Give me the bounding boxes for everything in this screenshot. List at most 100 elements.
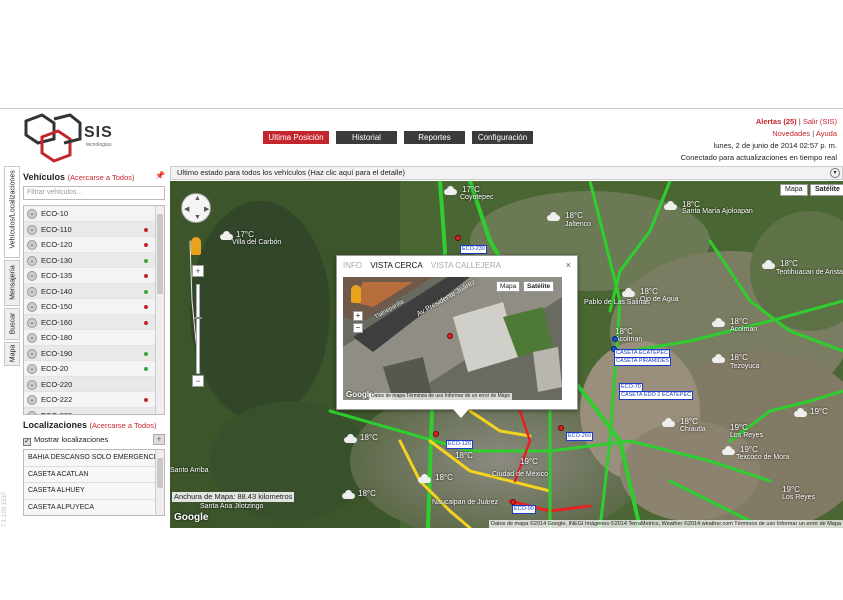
vehicle-row[interactable]: ⌄ ECO-160 — [24, 314, 164, 330]
cloud-icon — [710, 354, 726, 363]
place-label: Naucalpan de Juárez — [432, 499, 499, 506]
show-locations-checkbox[interactable]: ✓ Mostrar localizaciones — [23, 435, 108, 446]
nav-historial[interactable]: Historial — [336, 131, 397, 144]
tab-vista-callejera[interactable]: VISTA CALLEJERA — [431, 261, 501, 270]
nav-configuracion[interactable]: Configuración — [472, 131, 533, 144]
tab-mapa[interactable]: Mapa — [4, 342, 20, 366]
zoom-slider-handle[interactable] — [194, 317, 202, 319]
vehicle-status-dot — [144, 274, 148, 278]
expand-chevron-icon[interactable]: ⌄ — [27, 286, 37, 297]
expand-chevron-icon[interactable]: ⌄ — [27, 302, 37, 312]
news-link[interactable]: Novedades — [772, 129, 810, 138]
street-view-pegman-icon[interactable] — [351, 285, 361, 303]
vehicle-marker[interactable] — [433, 431, 439, 437]
zoom-out-button[interactable]: − — [192, 375, 204, 387]
vehicle-label[interactable]: ECO-260 — [566, 432, 593, 441]
vehicle-row[interactable]: ⌄ ECO-222 — [24, 392, 164, 408]
expand-chevron-icon[interactable]: ⌄ — [27, 317, 37, 328]
location-row[interactable]: CASETA ALPUYECA — [24, 499, 164, 515]
temp-label: 18°C — [360, 433, 378, 442]
location-list-scrollbar[interactable] — [155, 450, 164, 515]
expand-chevron-icon[interactable]: ⌄ — [27, 348, 37, 359]
vehicle-row[interactable]: ⌄ ECO-180 — [24, 330, 164, 346]
vehicle-row[interactable]: ⌄ ECO-20 — [24, 361, 164, 377]
collapse-icon[interactable]: ▾ — [830, 168, 840, 178]
expand-chevron-icon[interactable]: ⌄ — [27, 224, 37, 235]
vehicle-list-scrollbar[interactable] — [155, 206, 164, 414]
expand-chevron-icon[interactable]: ⌄ — [27, 255, 37, 266]
vehicle-row[interactable]: ⌄ ECO-10 — [24, 206, 164, 222]
vehicle-row[interactable]: ⌄ ECO-190 — [24, 345, 164, 361]
temp-label: 18°C — [615, 327, 633, 336]
vehicle-row[interactable]: ⌄ ECO-220 — [24, 376, 164, 392]
location-label[interactable]: CASETA PIRAMIDES — [614, 357, 672, 366]
vehicle-row[interactable]: ⌄ ECO-150 — [24, 299, 164, 315]
expand-chevron-icon[interactable]: ⌄ — [27, 333, 37, 343]
map-attribution[interactable]: Datos de mapa ©2014 Google, INEGI Imágen… — [489, 520, 843, 528]
inner-map-type-map-button[interactable]: Mapa — [496, 281, 521, 292]
expand-chevron-icon[interactable]: ⌄ — [27, 209, 37, 219]
close-view-map[interactable]: + − Av Presidente Juárez Tlalnepantla Ma… — [343, 277, 562, 400]
vehicle-status-dot — [144, 227, 148, 232]
vehicle-marker[interactable] — [558, 425, 564, 431]
vehicle-row[interactable]: ⌄ ECO-120 — [24, 237, 164, 253]
add-location-button[interactable]: + — [153, 434, 165, 445]
temp-label: 18°C — [358, 489, 376, 498]
street-view-pegman-icon[interactable] — [191, 237, 201, 255]
vehicle-row[interactable]: ⌄ ECO-270 — [24, 407, 164, 414]
tab-vista-cerca[interactable]: VISTA CERCA — [370, 261, 422, 270]
inner-map-type-satellite-button[interactable]: Satélite — [523, 281, 555, 292]
connection-status: Conectado para actualizaciones en tiempo… — [680, 153, 837, 162]
help-link[interactable]: Ayuda — [816, 129, 837, 138]
expand-chevron-icon[interactable]: ⌄ — [27, 410, 37, 414]
map-status-bar[interactable]: Ultimo estado para todos los vehículos (… — [170, 166, 843, 180]
top-divider — [0, 108, 843, 109]
vehicle-marker[interactable] — [447, 333, 453, 339]
vehicle-marker[interactable] — [455, 235, 461, 241]
inner-map-attribution[interactable]: Datos de mapa Términos de uso Informar d… — [369, 393, 512, 400]
vehicle-label[interactable]: ECO-230 — [460, 245, 487, 254]
zoom-slider[interactable] — [196, 284, 200, 374]
vehicle-name: ECO-135 — [41, 271, 73, 280]
vehicle-name: ECO-150 — [41, 302, 73, 311]
location-row[interactable]: BAHIA DESCANSO SOLO EMERGENCI — [24, 450, 164, 467]
place-label: Santo Arriba — [170, 467, 209, 474]
pin-icon[interactable]: 📌 — [155, 171, 165, 180]
expand-chevron-icon[interactable]: ⌄ — [27, 395, 37, 405]
location-label[interactable]: CASETA EDO 2 ECATEPEC — [619, 391, 694, 400]
nav-reportes[interactable]: Reportes — [404, 131, 465, 144]
inner-zoom-in-button[interactable]: + — [353, 311, 363, 321]
vehicle-label[interactable]: ECO-120 — [446, 440, 473, 449]
temp-label: 18°C — [640, 287, 658, 296]
inner-zoom-out-button[interactable]: − — [353, 323, 363, 333]
close-icon[interactable]: × — [566, 260, 571, 270]
location-row[interactable]: CASETA ALHUEY — [24, 483, 164, 500]
vehicle-filter-input[interactable]: Filtrar vehículos... — [23, 186, 165, 200]
locations-zoom-all-link[interactable]: (Acercarse a Todos) — [90, 421, 157, 430]
location-row[interactable]: CASETA ACATLAN — [24, 466, 164, 483]
vehicle-row[interactable]: ⌄ ECO-110 — [24, 221, 164, 237]
checkbox-icon[interactable]: ✓ — [23, 438, 31, 446]
satellite-map[interactable]: ▲ ▼ ◀ ▶ + − Mapa Satélite 17°C Villa del C… — [170, 181, 843, 528]
vehicles-zoom-all-link[interactable]: (Acercarse a Todos) — [68, 173, 135, 182]
tab-info[interactable]: INFO — [343, 261, 362, 270]
expand-chevron-icon[interactable]: ⌄ — [27, 364, 37, 374]
vehicle-row[interactable]: ⌄ ECO-135 — [24, 268, 164, 284]
alerts-link[interactable]: Alertas (25) — [756, 117, 797, 126]
map-type-map-button[interactable]: Mapa — [780, 184, 808, 196]
expand-chevron-icon[interactable]: ⌄ — [27, 240, 37, 250]
vehicle-row[interactable]: ⌄ ECO-140 — [24, 283, 164, 299]
exit-link[interactable]: Salir (SIS) — [803, 117, 837, 126]
zoom-in-button[interactable]: + — [192, 265, 204, 277]
temp-label: 19°C — [730, 423, 748, 432]
nav-ultima-posicion[interactable]: Ultima Posición — [263, 131, 329, 144]
vehicle-label[interactable]: ECO-90 — [512, 505, 536, 514]
map-type-satellite-button[interactable]: Satélite — [810, 184, 843, 196]
temp-label: 18°C — [780, 259, 798, 268]
expand-chevron-icon[interactable]: ⌄ — [27, 379, 37, 390]
location-marker[interactable] — [612, 336, 618, 342]
vehicle-row[interactable]: ⌄ ECO-130 — [24, 252, 164, 268]
temp-label: 17°C — [236, 230, 254, 239]
expand-chevron-icon[interactable]: ⌄ — [27, 271, 37, 281]
pan-control[interactable]: ▲ ▼ ◀ ▶ — [181, 193, 211, 223]
